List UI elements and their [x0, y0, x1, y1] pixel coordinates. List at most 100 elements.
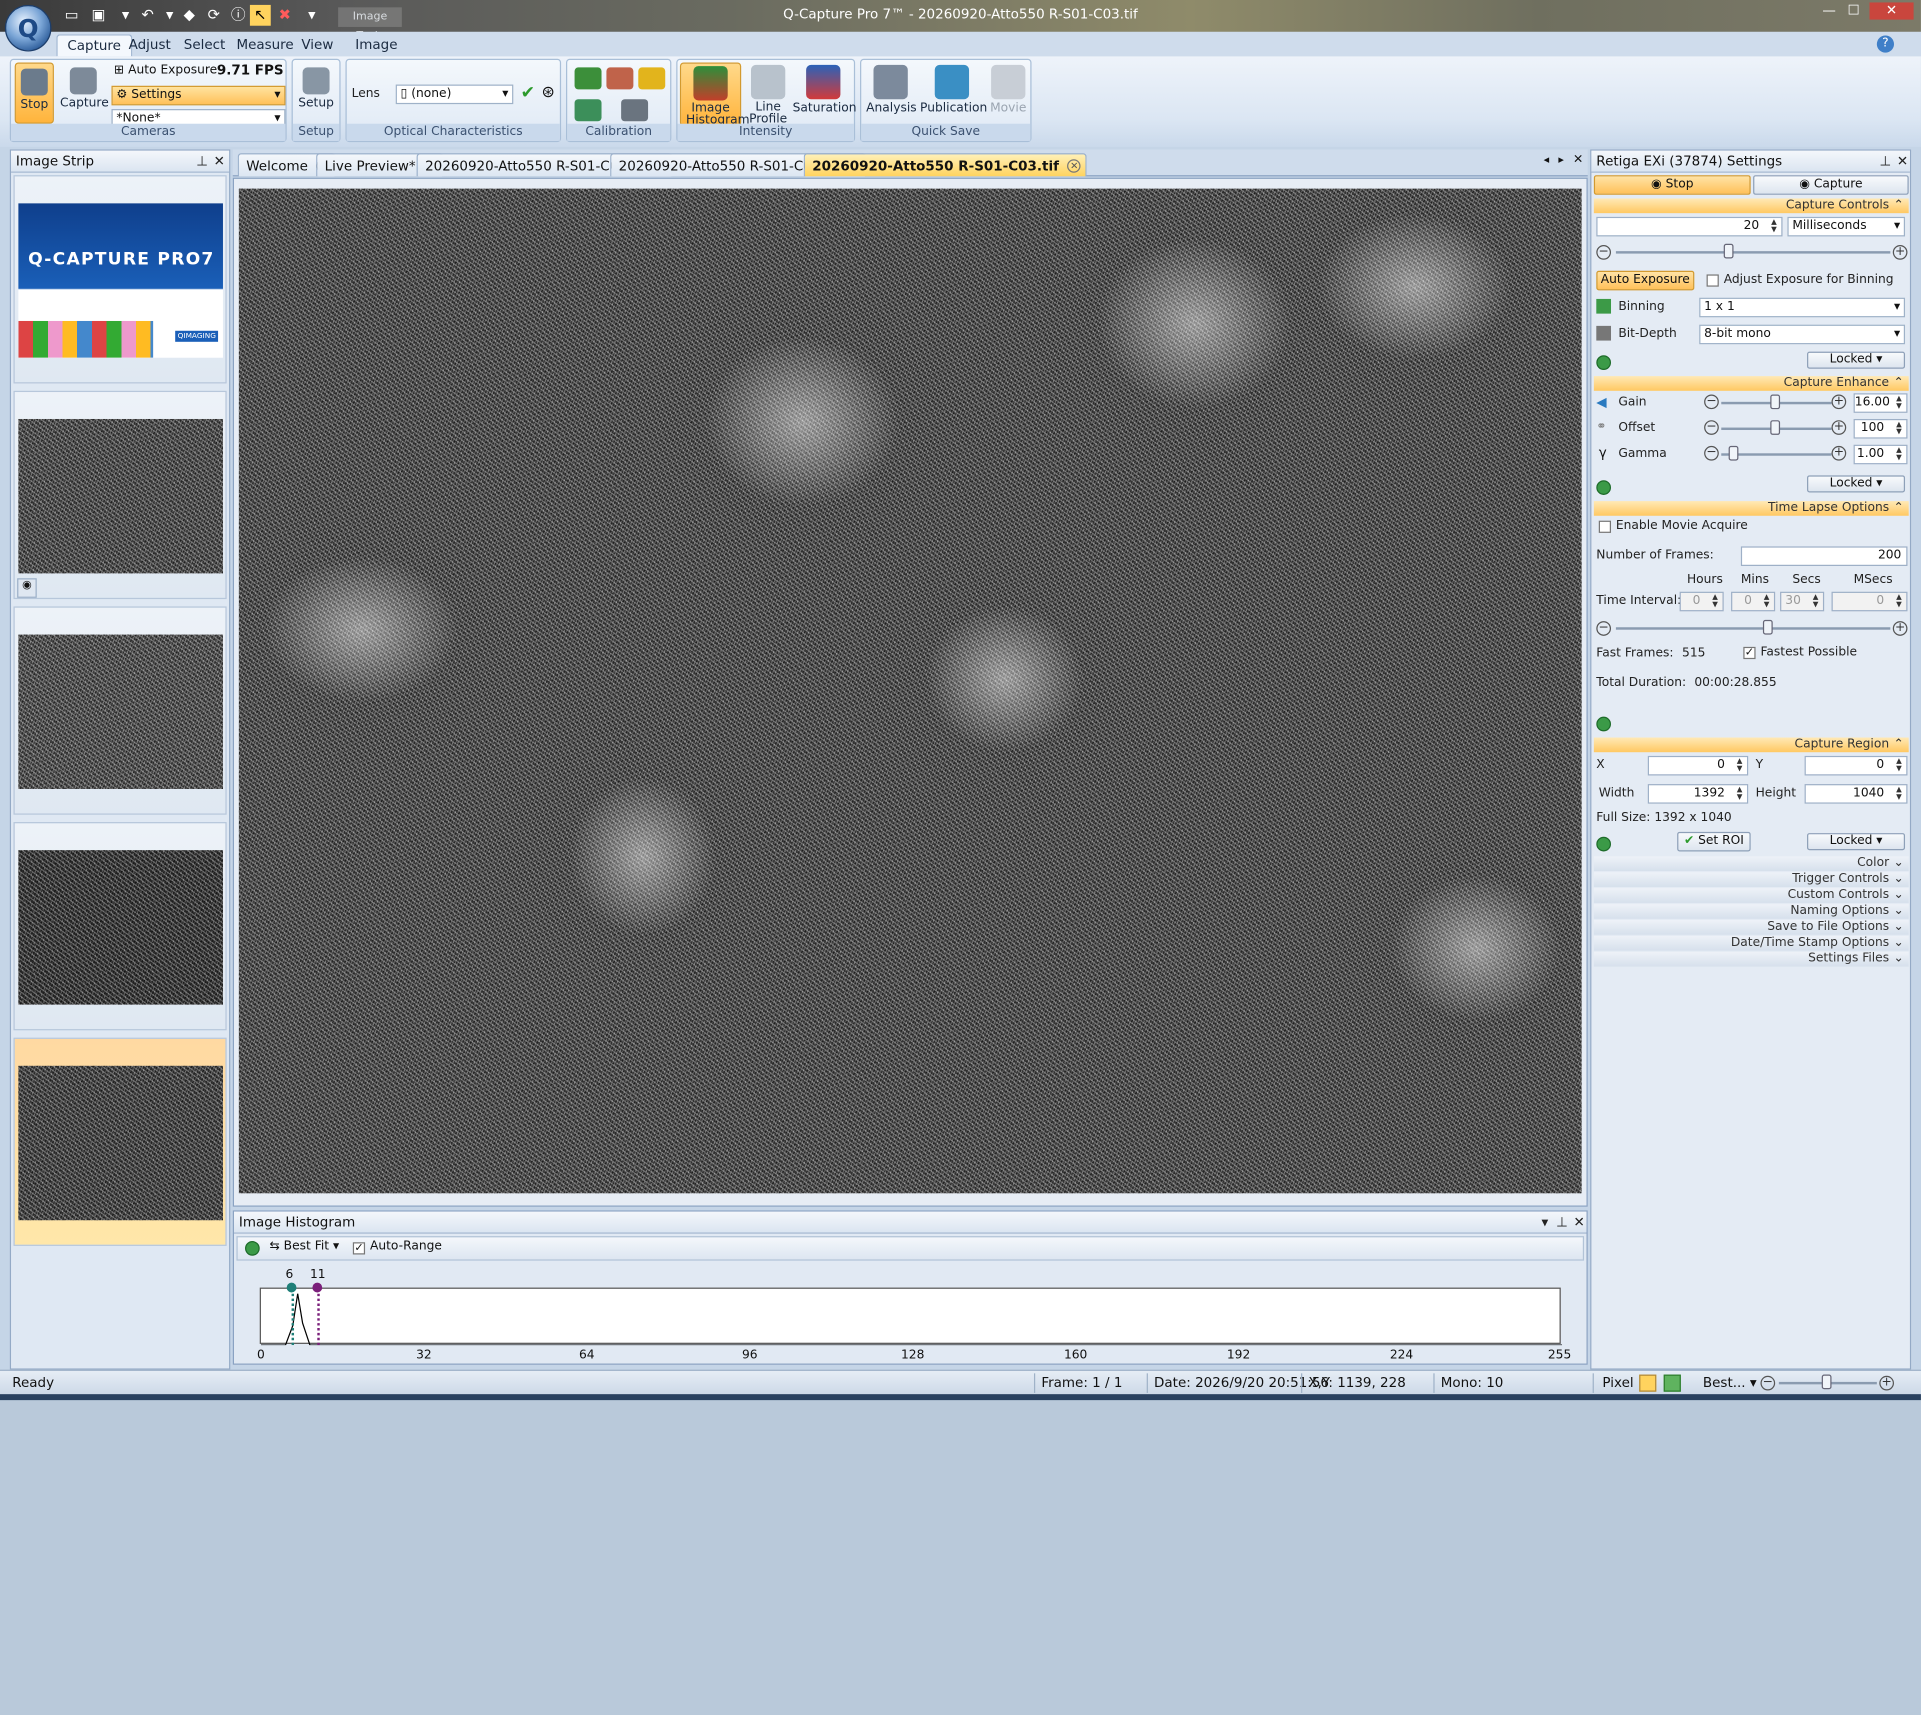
zoom-slider-handle[interactable]: [1821, 1374, 1832, 1390]
info-icon[interactable]: ⓘ: [228, 5, 249, 26]
set-roi-button[interactable]: ✔ Set ROI: [1677, 831, 1751, 852]
zoom-in-icon[interactable]: +: [1879, 1375, 1895, 1391]
num-frames-input[interactable]: 200: [1740, 546, 1908, 566]
auto-exposure-button[interactable]: ⊞ Auto Exposure: [114, 64, 217, 77]
exposure-slider-handle[interactable]: [1723, 243, 1734, 259]
zoom-dropdown[interactable]: Best... ▾: [1703, 1375, 1757, 1391]
tab-c03[interactable]: 20260920-Atto550 R-S01-C03.tif ✕: [803, 153, 1088, 177]
strip-item-live-preview[interactable]: ◉: [13, 390, 227, 600]
undo-icon[interactable]: ↶: [137, 5, 158, 26]
tab-view[interactable]: View: [292, 34, 344, 56]
gamma-slider-handle[interactable]: [1728, 445, 1739, 461]
enable-movie-checkbox[interactable]: [1598, 520, 1612, 533]
image-histogram-button[interactable]: Image Histogram: [679, 62, 750, 127]
minus-icon[interactable]: −: [1704, 445, 1719, 461]
adjust-binning-checkbox[interactable]: [1706, 274, 1719, 287]
lens-settings-icon[interactable]: ⊛: [541, 83, 554, 101]
x-input[interactable]: 0 ▲ ▼: [1647, 755, 1749, 776]
gain-slider-handle[interactable]: [1770, 394, 1781, 410]
pointer-icon[interactable]: ↖: [249, 4, 271, 26]
movie-button[interactable]: Movie: [986, 62, 1030, 126]
auto-range-checkbox[interactable]: ✓: [352, 1242, 366, 1255]
interval-slider[interactable]: [1615, 627, 1891, 630]
low-marker-handle[interactable]: [286, 1282, 297, 1293]
help-icon[interactable]: ?: [1876, 35, 1895, 53]
minus-icon[interactable]: −: [1704, 420, 1719, 435]
reset-icon[interactable]: [1596, 480, 1612, 495]
exposure-slider[interactable]: [1615, 251, 1891, 254]
calibration-camera-icon[interactable]: [621, 99, 649, 122]
spinner-icon[interactable]: ▲ ▼: [1809, 594, 1821, 609]
spinner-icon[interactable]: ▲ ▼: [1893, 421, 1905, 436]
mins-input[interactable]: 0 ▲ ▼: [1731, 591, 1776, 612]
secs-input[interactable]: 30 ▲ ▼: [1780, 591, 1825, 612]
grid-icon[interactable]: [1663, 1374, 1681, 1392]
settings-files-section[interactable]: Settings Files: [1593, 951, 1909, 967]
hours-input[interactable]: 0 ▲ ▼: [1679, 591, 1724, 612]
image-mode-icon[interactable]: [1639, 1374, 1657, 1392]
date-time-stamp-section[interactable]: Date/Time Stamp Options: [1593, 935, 1909, 951]
time-lapse-section[interactable]: Time Lapse Options: [1593, 501, 1909, 516]
ruler-icon[interactable]: [638, 67, 666, 90]
application-menu-button[interactable]: Q: [4, 4, 52, 52]
reset-icon[interactable]: [1596, 355, 1612, 370]
spinner-icon[interactable]: ▲ ▼: [1768, 219, 1780, 234]
binning-dropdown[interactable]: 1 x 1 ▾: [1699, 297, 1906, 318]
analysis-button[interactable]: Analysis: [866, 62, 917, 126]
pin-icon[interactable]: ⊥: [1878, 153, 1893, 169]
plus-icon[interactable]: +: [1892, 621, 1908, 636]
custom-controls-section[interactable]: Custom Controls: [1593, 888, 1909, 903]
zoom-out-icon[interactable]: −: [1760, 1375, 1776, 1391]
close-tab-icon[interactable]: ✕: [1067, 159, 1082, 173]
calibrate-icon[interactable]: [574, 67, 602, 90]
apply-checkmark-icon[interactable]: ✔: [521, 83, 535, 103]
publication-button[interactable]: Publication: [920, 62, 987, 126]
spinner-icon[interactable]: ▲ ▼: [1760, 594, 1772, 609]
spinner-icon[interactable]: ▲ ▼: [1734, 786, 1746, 802]
reset-icon[interactable]: [1596, 836, 1612, 852]
setup-button[interactable]: Setup: [296, 62, 335, 123]
locked-dropdown[interactable]: Locked ▾: [1807, 475, 1906, 493]
spinner-icon[interactable]: ▲ ▼: [1893, 758, 1905, 773]
capture-controls-section[interactable]: Capture Controls: [1593, 198, 1909, 214]
gamma-input[interactable]: 1.00 ▲ ▼: [1853, 444, 1908, 465]
spinner-icon[interactable]: ▲ ▼: [1709, 594, 1721, 609]
spinner-icon[interactable]: ▲ ▼: [1893, 395, 1905, 411]
high-marker-handle[interactable]: [312, 1282, 323, 1293]
strip-item-c02[interactable]: [13, 822, 227, 1031]
tab-scroll-right-icon[interactable]: ▸: [1558, 154, 1564, 166]
fastest-possible-checkbox[interactable]: ✓: [1743, 646, 1756, 660]
spinner-icon[interactable]: ▲ ▼: [1893, 594, 1905, 609]
capture-button[interactable]: ◉ Capture: [1753, 175, 1909, 195]
saturation-button[interactable]: Saturation: [793, 62, 857, 126]
redo-icon[interactable]: ▾: [159, 5, 180, 26]
dropdown-icon[interactable]: ▾: [1538, 1214, 1553, 1230]
new-icon[interactable]: ▭: [61, 5, 82, 26]
gain-input[interactable]: 16.00 ▲ ▼: [1853, 393, 1908, 413]
tab-adjust[interactable]: Adjust: [119, 34, 181, 56]
spinner-icon[interactable]: ▲ ▼: [1893, 447, 1905, 462]
strip-item-c01[interactable]: [13, 606, 227, 815]
tag-icon[interactable]: ◆: [179, 5, 200, 26]
customize-qat-icon[interactable]: ▾: [301, 5, 322, 26]
capture-enhance-section[interactable]: Capture Enhance: [1593, 376, 1909, 391]
pin-icon[interactable]: ⊥: [195, 153, 210, 169]
exposure-unit-dropdown[interactable]: Milliseconds ▾: [1787, 216, 1906, 237]
settings-dropdown[interactable]: ⚙ Settings ▾: [111, 85, 286, 106]
reset-icon[interactable]: [1596, 716, 1612, 732]
histogram-plot[interactable]: [259, 1287, 1563, 1346]
tab-scroll-left-icon[interactable]: ◂: [1544, 154, 1550, 166]
naming-options-section[interactable]: Naming Options: [1593, 904, 1909, 919]
strip-item-c03[interactable]: [13, 1037, 227, 1246]
stop-capture-button[interactable]: ◉ Stop: [1593, 175, 1751, 195]
offset-slider-handle[interactable]: [1770, 420, 1781, 435]
y-input[interactable]: 0 ▲ ▼: [1804, 755, 1908, 776]
calibration-refresh-icon[interactable]: [574, 99, 602, 122]
line-profile-button[interactable]: Line Profile: [744, 62, 793, 126]
exposure-input[interactable]: 20 ▲ ▼: [1596, 216, 1783, 237]
spinner-icon[interactable]: ▲ ▼: [1734, 758, 1746, 773]
locked-dropdown[interactable]: Locked ▾: [1807, 833, 1906, 851]
close-document-icon[interactable]: ✕: [1573, 153, 1583, 166]
capture-region-section[interactable]: Capture Region: [1593, 737, 1909, 753]
width-input[interactable]: 1392 ▲ ▼: [1647, 784, 1749, 804]
